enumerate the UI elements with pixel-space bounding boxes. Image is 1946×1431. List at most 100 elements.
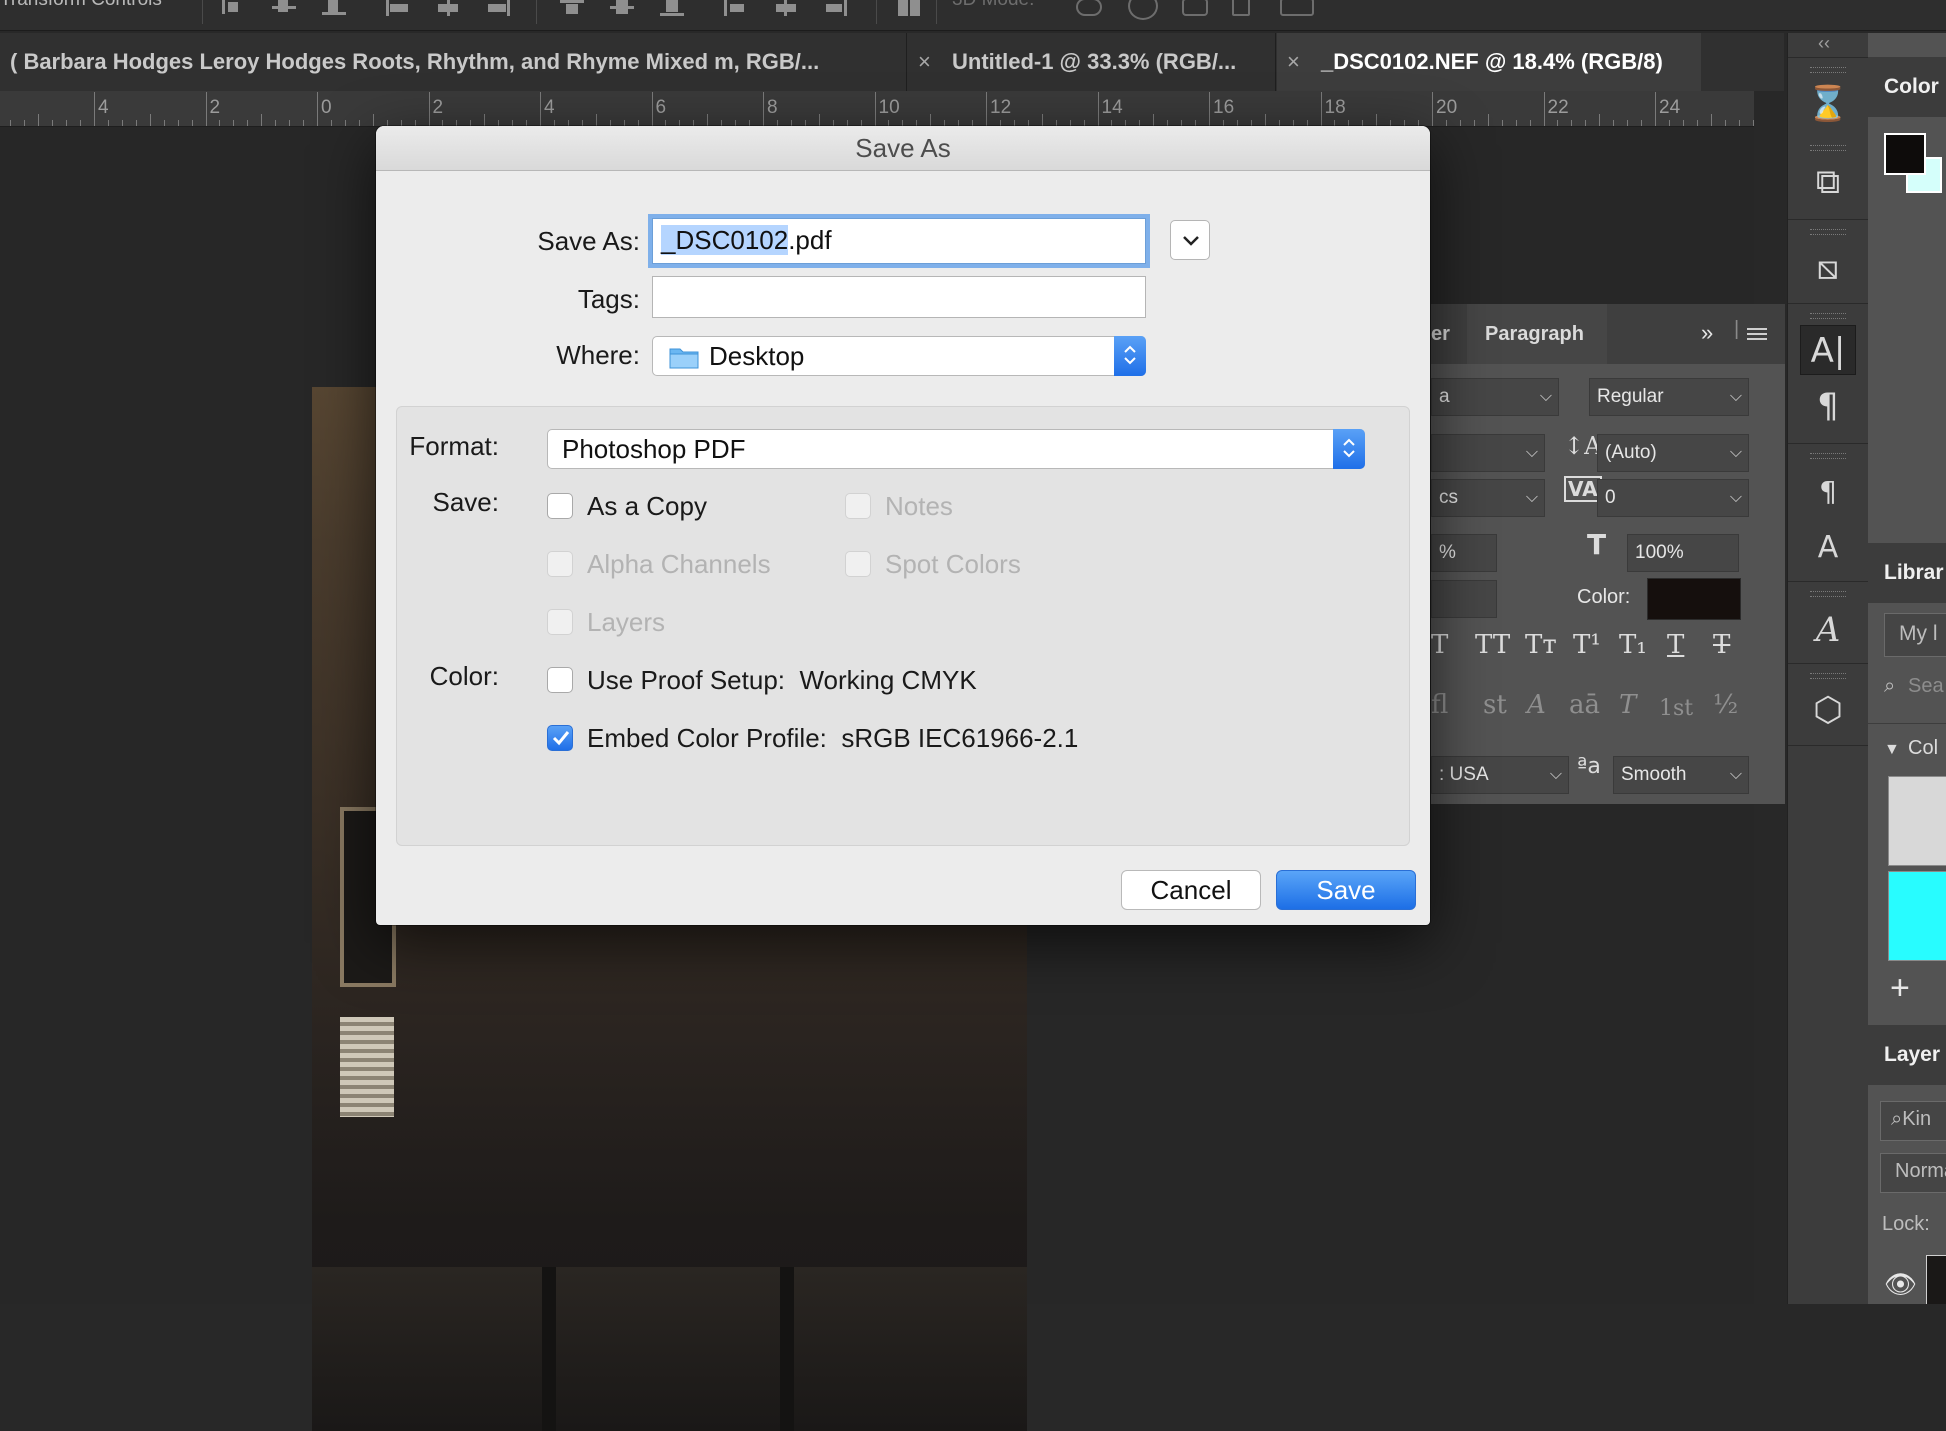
expand-panel-icon[interactable]: » xyxy=(1701,320,1713,346)
3d-cube-icon[interactable]: ⬡ xyxy=(1800,685,1856,735)
distribute-top-icon[interactable] xyxy=(560,0,584,16)
ruler-tick xyxy=(1153,114,1155,126)
as-a-copy-label[interactable]: As a Copy xyxy=(587,491,707,522)
3d-mode-label: 3D Mode: xyxy=(952,0,1034,11)
tags-input[interactable] xyxy=(652,276,1146,318)
document-tab-active[interactable]: × _DSC0102.NEF @ 18.4% (RGB/8) xyxy=(1277,33,1701,91)
horizontal-ruler[interactable]: 4 2 0 2 4 6 8 10 12 14 16 18 20 22 24 xyxy=(0,91,1754,127)
align-left-edges-icon[interactable] xyxy=(386,0,410,16)
dock-grip[interactable] xyxy=(1810,673,1846,679)
library-color-swatch[interactable] xyxy=(1888,871,1946,961)
library-select[interactable]: My l xyxy=(1884,613,1946,657)
collapse-dock-icon[interactable]: ‹‹ xyxy=(1818,33,1830,54)
clone-source-icon[interactable]: ⧅ xyxy=(1800,243,1856,293)
align-bottom-edges-icon[interactable] xyxy=(322,0,346,16)
leading-select[interactable]: (Auto) ⌵ xyxy=(1597,434,1749,472)
panel-menu-icon[interactable] xyxy=(1747,328,1767,340)
collapse-triangle-icon[interactable]: ▼ xyxy=(1884,741,1900,759)
orbit-3d-icon[interactable] xyxy=(1076,0,1102,16)
slide-3d-icon[interactable] xyxy=(1232,0,1250,16)
distribute-right-icon[interactable] xyxy=(824,0,848,16)
cancel-button[interactable]: Cancel xyxy=(1121,870,1261,910)
dock-grip[interactable] xyxy=(1810,145,1846,151)
libraries-panel-header[interactable]: Librar xyxy=(1868,543,1946,603)
glyphs-icon[interactable]: A xyxy=(1800,605,1856,655)
tab-paragraph[interactable]: Paragraph xyxy=(1467,304,1607,364)
add-icon[interactable]: + xyxy=(1890,969,1910,1008)
close-tab-icon[interactable]: × xyxy=(1287,33,1305,91)
where-popup[interactable]: Desktop xyxy=(652,336,1146,376)
all-caps-icon[interactable]: TT xyxy=(1475,630,1510,660)
save-button[interactable]: Save xyxy=(1276,870,1416,910)
properties-3d-icon[interactable]: ⧉ xyxy=(1800,157,1856,207)
paragraph-panel-icon[interactable]: ¶ xyxy=(1800,381,1856,431)
distribute-vertical-centers-icon[interactable] xyxy=(610,0,634,16)
foreground-color-swatch[interactable] xyxy=(1884,133,1926,175)
library-search-input[interactable]: Sea xyxy=(1908,675,1944,698)
underline-icon[interactable]: T xyxy=(1667,630,1684,660)
fractions-icon[interactable]: ½ xyxy=(1713,690,1738,720)
small-caps-icon[interactable]: Tт xyxy=(1525,630,1557,660)
kerning-select[interactable]: cs ⌵ xyxy=(1431,479,1545,517)
embed-color-profile-label[interactable]: Embed Color Profile: sRGB IEC61966-2.1 xyxy=(587,723,1078,754)
roll-3d-icon[interactable] xyxy=(1128,0,1158,20)
vertical-scale-field[interactable]: % xyxy=(1431,534,1497,572)
strikethrough-icon[interactable]: T xyxy=(1713,630,1730,660)
ordinals-icon[interactable]: 1st xyxy=(1659,696,1693,721)
character-styles-icon[interactable]: A xyxy=(1800,523,1856,573)
distribute-left-icon[interactable] xyxy=(724,0,748,16)
close-tab-icon[interactable]: × xyxy=(918,33,936,91)
font-size-select[interactable]: ⌵ xyxy=(1431,434,1545,472)
stylistic-alternates-icon[interactable]: aā xyxy=(1569,690,1600,720)
layers-panel-header[interactable]: Layer xyxy=(1868,1025,1946,1085)
auto-align-layers-icon[interactable] xyxy=(898,0,922,16)
discretionary-ligatures-icon[interactable]: st xyxy=(1483,690,1507,720)
text-color-swatch[interactable] xyxy=(1647,578,1741,620)
horizontal-scale-field[interactable]: 100% xyxy=(1627,534,1739,572)
faux-italic-icon[interactable]: T xyxy=(1431,630,1448,660)
baseline-shift-field[interactable] xyxy=(1431,580,1497,618)
scale-3d-icon[interactable] xyxy=(1280,0,1314,16)
library-color-swatch[interactable] xyxy=(1888,776,1946,866)
character-panel-icon[interactable]: A| xyxy=(1800,325,1856,375)
anti-aliasing-select[interactable]: Smooth ⌵ xyxy=(1613,756,1749,794)
blend-mode-select[interactable]: Norma xyxy=(1880,1153,1946,1193)
document-tab[interactable]: ( Barbara Hodges Leroy Hodges Roots, Rhy… xyxy=(0,33,907,91)
embed-color-profile-checkbox[interactable] xyxy=(547,725,573,751)
superscript-icon[interactable]: T¹ xyxy=(1573,630,1601,660)
color-panel-header[interactable]: Color xyxy=(1868,57,1946,117)
distribute-horizontal-centers-icon[interactable] xyxy=(774,0,798,16)
expand-dialog-button[interactable] xyxy=(1170,220,1210,260)
dock-grip[interactable] xyxy=(1810,313,1846,319)
format-popup[interactable]: Photoshop PDF xyxy=(547,429,1365,469)
font-family-select[interactable]: a ⌵ xyxy=(1431,378,1559,416)
eye-icon[interactable]: 👁 xyxy=(1884,1269,1917,1300)
align-right-edges-icon[interactable] xyxy=(486,0,510,16)
language-select[interactable]: : USA ⌵ xyxy=(1431,756,1569,794)
document-tab[interactable]: × Untitled-1 @ 33.3% (RGB/... xyxy=(908,33,1276,91)
font-style-select[interactable]: Regular ⌵ xyxy=(1589,378,1749,416)
distribute-bottom-icon[interactable] xyxy=(660,0,684,16)
titling-alternates-icon[interactable]: T xyxy=(1619,690,1636,720)
filter-kind-select[interactable]: ⌕Kin xyxy=(1880,1101,1946,1141)
dock-grip[interactable] xyxy=(1810,591,1846,597)
subscript-icon[interactable]: T₁ xyxy=(1619,630,1647,660)
dock-grip[interactable] xyxy=(1810,67,1846,73)
layer-thumbnail[interactable] xyxy=(1926,1255,1946,1304)
align-horizontal-centers-icon[interactable] xyxy=(436,0,460,16)
align-top-edges-icon[interactable] xyxy=(222,0,246,16)
as-a-copy-checkbox[interactable] xyxy=(547,493,573,519)
paragraph-styles-icon[interactable]: ¶ xyxy=(1800,467,1856,517)
tab-character[interactable]: er xyxy=(1431,304,1467,364)
history-icon[interactable]: ⌛ xyxy=(1800,79,1856,129)
dock-grip[interactable] xyxy=(1810,453,1846,459)
use-proof-setup-label[interactable]: Use Proof Setup: Working CMYK xyxy=(587,665,977,696)
filename-input[interactable]: _DSC0102.pdf xyxy=(652,218,1146,264)
use-proof-setup-checkbox[interactable] xyxy=(547,667,573,693)
dock-grip[interactable] xyxy=(1810,229,1846,235)
swash-icon[interactable]: A xyxy=(1527,690,1546,720)
tracking-select[interactable]: 0 ⌵ xyxy=(1597,479,1749,517)
ligatures-icon[interactable]: ﬂ xyxy=(1431,690,1448,720)
align-vertical-centers-icon[interactable] xyxy=(272,0,296,16)
pan-3d-icon[interactable] xyxy=(1182,0,1208,16)
